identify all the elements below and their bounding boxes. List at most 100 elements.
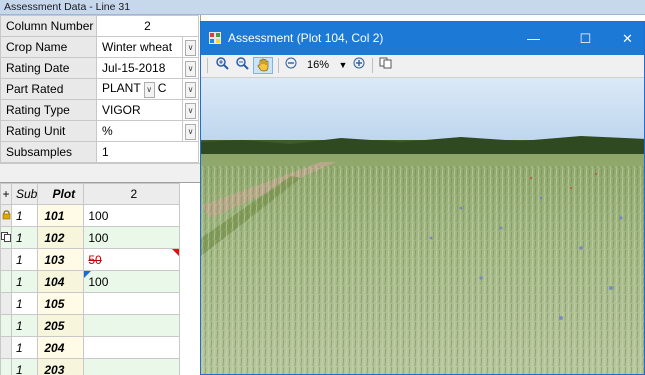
zoom-plus-icon[interactable]: [351, 57, 367, 74]
property-row: Subsamples 1: [0, 141, 199, 163]
chevron-down-icon[interactable]: ∨: [143, 81, 155, 98]
sub-cell[interactable]: 1: [10, 358, 39, 375]
ratings-grid[interactable]: + Sub Plot 2 1 101 100 1 102 100 1 103 50 1 104 100…: [0, 183, 181, 375]
property-value[interactable]: Jul-15-2018: [96, 57, 183, 79]
toolbar-separator: [278, 58, 279, 73]
value-cell[interactable]: 100: [83, 226, 181, 249]
property-dropdown[interactable]: ∨: [182, 99, 199, 121]
property-row: Column Number 2: [0, 15, 199, 37]
row-header[interactable]: [0, 358, 12, 375]
table-row[interactable]: 1 101 100: [0, 204, 181, 227]
viewer-title: Assessment (Plot 104, Col 2): [228, 31, 384, 45]
edit-flag-icon: [84, 271, 92, 278]
row-header[interactable]: [0, 226, 12, 249]
row-header[interactable]: [0, 270, 12, 293]
copy-icon: [1, 231, 11, 242]
zoom-in-icon[interactable]: [213, 57, 231, 74]
zoom-minus-icon[interactable]: [283, 57, 299, 74]
property-label: Subsamples: [0, 141, 97, 163]
sub-cell[interactable]: 1: [10, 336, 39, 359]
property-dropdown[interactable]: ∨: [182, 120, 199, 142]
chevron-down-icon[interactable]: ∨: [185, 60, 196, 77]
property-row: Rating Date Jul-15-2018 ∨: [0, 57, 199, 79]
viewer-title-bar[interactable]: Assessment (Plot 104, Col 2) — ☐ ✕: [201, 22, 644, 55]
table-row[interactable]: 1 203: [0, 358, 181, 375]
chevron-down-icon[interactable]: ∨: [185, 102, 196, 119]
zoom-dropdown-icon[interactable]: ▼: [337, 57, 349, 74]
table-row[interactable]: 1 204: [0, 336, 181, 359]
property-value[interactable]: 1: [96, 141, 199, 163]
plot-cell[interactable]: 104: [37, 270, 85, 293]
sub-cell[interactable]: 1: [10, 314, 39, 337]
plot-cell[interactable]: 105: [37, 292, 85, 315]
property-row: Rating Type VIGOR ∨: [0, 99, 199, 121]
sub-cell[interactable]: 1: [10, 204, 39, 227]
table-row[interactable]: 1 104 100: [0, 270, 181, 293]
property-dropdown[interactable]: ∨: [182, 57, 199, 79]
sub-cell[interactable]: 1: [10, 292, 39, 315]
image-viewer-window[interactable]: Assessment (Plot 104, Col 2) — ☐ ✕ 16% ▼: [200, 21, 645, 375]
wheat-field-image: [201, 78, 644, 374]
toolbar-grip: [207, 58, 208, 73]
plot-cell[interactable]: 204: [37, 336, 85, 359]
copy-image-icon[interactable]: [377, 57, 393, 74]
property-value[interactable]: 2: [96, 15, 199, 37]
plot-cell[interactable]: 205: [37, 314, 85, 337]
plot-cell[interactable]: 203: [37, 358, 85, 375]
maximize-button[interactable]: ☐: [563, 22, 608, 55]
property-value[interactable]: Winter wheat: [96, 36, 183, 58]
expand-all-button[interactable]: +: [0, 183, 12, 205]
value-cell[interactable]: 100: [83, 270, 181, 293]
property-value[interactable]: %: [96, 120, 183, 142]
zoom-out-icon[interactable]: [233, 57, 251, 74]
table-row[interactable]: 1 102 100: [0, 226, 181, 249]
row-header[interactable]: [0, 248, 12, 271]
plot-column-header[interactable]: Plot: [37, 183, 85, 205]
toolbar-separator-2: [372, 58, 373, 73]
plot-photo[interactable]: [201, 78, 644, 374]
value-cell[interactable]: [83, 292, 181, 315]
plot-cell[interactable]: 101: [37, 204, 85, 227]
value-cell[interactable]: [83, 336, 181, 359]
value-cell[interactable]: [83, 314, 181, 337]
property-dropdown[interactable]: ∨: [182, 78, 199, 100]
chevron-down-icon[interactable]: ∨: [185, 123, 196, 140]
plot-cell[interactable]: 103: [37, 248, 85, 271]
value-column-header[interactable]: 2: [83, 183, 181, 205]
sub-cell[interactable]: 1: [10, 226, 39, 249]
app-title: Assessment Data - Line 31: [4, 1, 131, 13]
property-label: Part Rated: [0, 78, 97, 100]
value-cell[interactable]: [83, 358, 181, 375]
chevron-down-icon[interactable]: ∨: [185, 81, 196, 98]
row-header[interactable]: [0, 336, 12, 359]
app-title-bar: Assessment Data - Line 31: [0, 0, 645, 15]
property-row: Part Rated PLANT ∨ C ∨: [0, 78, 199, 100]
sub-cell[interactable]: 1: [10, 270, 39, 293]
row-header[interactable]: [0, 314, 12, 337]
property-label: Rating Date: [0, 57, 97, 79]
chevron-down-icon[interactable]: ∨: [185, 39, 196, 56]
property-label: Crop Name: [0, 36, 97, 58]
value-cell[interactable]: 50: [83, 248, 181, 271]
property-value[interactable]: VIGOR: [96, 99, 183, 121]
pan-hand-icon[interactable]: [253, 57, 273, 74]
minimize-button[interactable]: —: [511, 22, 556, 55]
property-value[interactable]: PLANT ∨ C: [96, 78, 183, 100]
property-row: Rating Unit% ∨: [0, 120, 199, 142]
property-value-primary: PLANT: [102, 80, 141, 95]
sub-cell[interactable]: 1: [10, 248, 39, 271]
properties-table: Column Number 2 Crop Name Winter wheat ∨ Rati…: [0, 15, 199, 163]
property-label: Rating Unit: [0, 120, 97, 142]
sub-column-header[interactable]: Sub: [10, 183, 39, 205]
table-row[interactable]: 1 103 50: [0, 248, 181, 271]
table-row[interactable]: 1 205: [0, 314, 181, 337]
plot-cell[interactable]: 102: [37, 226, 85, 249]
property-dropdown[interactable]: ∨: [182, 36, 199, 58]
close-button[interactable]: ✕: [605, 22, 644, 55]
table-row[interactable]: 1 105: [0, 292, 181, 315]
value-text: 100: [88, 230, 109, 245]
row-header[interactable]: [0, 204, 12, 227]
row-header[interactable]: [0, 292, 12, 315]
zoom-level[interactable]: 16%: [303, 57, 333, 74]
value-cell[interactable]: 100: [83, 204, 181, 227]
